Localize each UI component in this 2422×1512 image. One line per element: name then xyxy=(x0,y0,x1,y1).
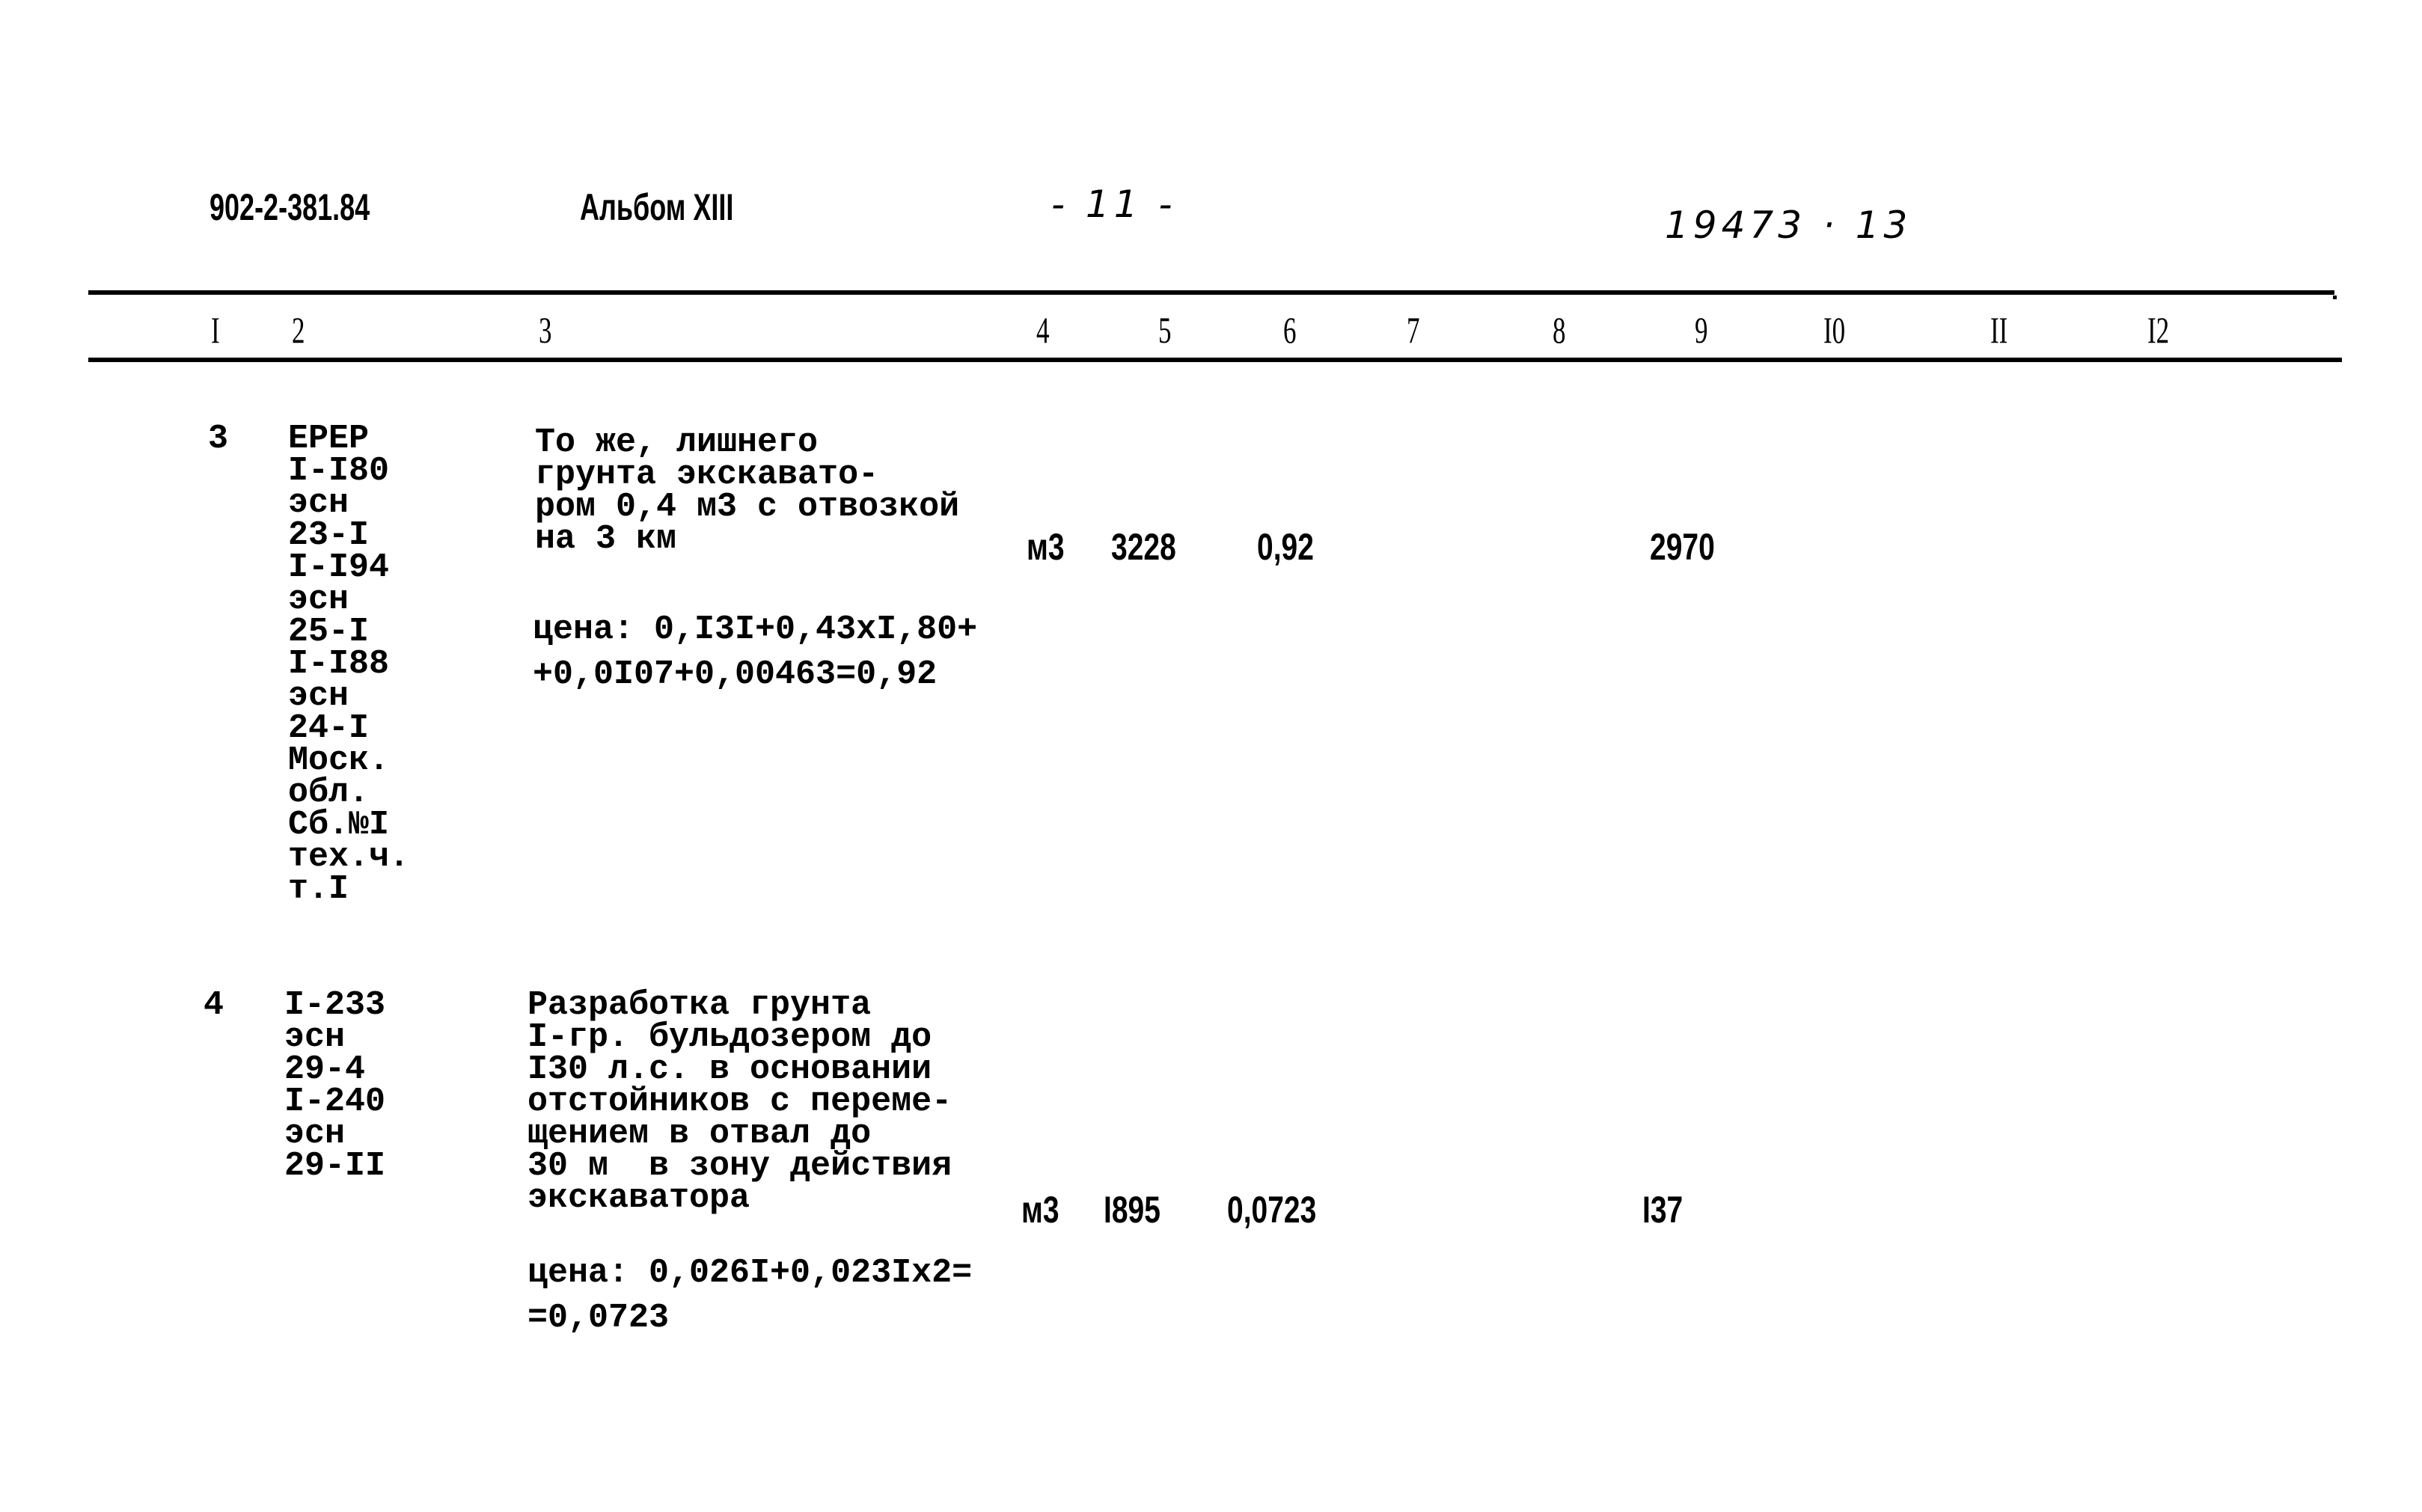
quantity: 3228 xyxy=(1111,526,1176,568)
row-number: 4 xyxy=(204,986,224,1024)
column-header-8: 8 xyxy=(1553,309,1566,351)
column-9-value: 2970 xyxy=(1650,526,1715,568)
unit-price: 0,92 xyxy=(1257,526,1314,568)
description-line: Разработка грунта xyxy=(527,986,872,1024)
document-code: 902-2-381.84 xyxy=(210,186,370,228)
column-header-3: 3 xyxy=(539,309,552,351)
norm-code-line: т.I xyxy=(288,870,349,908)
norm-code-line: эсн xyxy=(288,677,349,715)
description-line: То же, лишнего xyxy=(535,423,819,462)
unit: м3 xyxy=(1027,526,1065,568)
price-formula-line: цена: 0,I3I+0,43xI,80+ xyxy=(533,610,978,649)
column-header-2: 2 xyxy=(292,309,305,351)
norm-code-line: эсн xyxy=(288,581,349,619)
column-header-5: 5 xyxy=(1158,309,1172,351)
norm-code-line: I-I80 xyxy=(288,452,390,490)
unit-price: 0,0723 xyxy=(1227,1189,1317,1231)
norm-code-line: 29-4 xyxy=(284,1050,366,1089)
norm-code-line: 29-II xyxy=(284,1147,386,1185)
price-formula-line: +0,0I07+0,00463=0,92 xyxy=(533,655,938,694)
norm-codes: ЕРЕР I-I80 эсн 23-I I-I94 эсн 25-I I-I88… xyxy=(288,420,410,908)
column-header-4: 4 xyxy=(1036,309,1050,351)
description-line: грунта экскавато- xyxy=(535,456,879,494)
norm-code-line: 25-I xyxy=(288,613,370,651)
header-bottom-rule xyxy=(88,358,2342,362)
column-header-10: I0 xyxy=(1823,309,1846,351)
description-line: ром 0,4 м3 с отвозкой xyxy=(535,488,960,526)
price-formula: цена: 0,I3I+0,43xI,80+ +0,0I07+0,00463=0… xyxy=(533,607,977,697)
rule-end-mark xyxy=(2333,296,2337,299)
work-description: То же, лишнего грунта экскавато- ром 0,4… xyxy=(535,423,960,558)
norm-code-line: 24-I xyxy=(288,709,370,747)
header-top-rule xyxy=(88,290,2334,295)
column-header-6: 6 xyxy=(1283,309,1297,351)
norm-code-line: I-I94 xyxy=(288,548,390,587)
norm-code-line: тех.ч. xyxy=(288,838,410,876)
norm-code-line: I-240 xyxy=(284,1083,386,1121)
norm-code-line: Моск. xyxy=(288,741,390,780)
description-line: щением в отвал до xyxy=(527,1115,872,1153)
price-formula: цена: 0,026I+0,023Ix2= =0,0723 xyxy=(527,1251,972,1341)
work-description: Разработка грунта I-гр. бульдозером до I… xyxy=(527,986,952,1217)
column-9-value: I37 xyxy=(1642,1189,1684,1231)
price-formula-line: =0,0723 xyxy=(527,1299,670,1337)
column-header-1: I xyxy=(211,309,220,351)
norm-code-line: Сб.№I xyxy=(288,806,390,844)
norm-code-line: I-233 xyxy=(284,986,386,1024)
norm-code-line: 23-I xyxy=(288,516,370,554)
column-header-12: I2 xyxy=(2147,309,2170,351)
handwritten-inventory-number: 19473 · 13 xyxy=(1665,203,1912,247)
norm-code-line: I-I88 xyxy=(288,645,390,683)
description-line: I30 л.с. в основании xyxy=(527,1050,932,1089)
description-line: на 3 км xyxy=(535,520,677,558)
norm-code-line: обл. xyxy=(288,774,370,812)
column-header-7: 7 xyxy=(1407,309,1420,351)
norm-code-line: эсн xyxy=(288,484,349,522)
page-number: - 11 - xyxy=(1051,183,1177,226)
norm-codes: I-233 эсн 29-4 I-240 эсн 29-II xyxy=(284,986,386,1185)
quantity: I895 xyxy=(1104,1189,1160,1231)
description-line: экскаватора xyxy=(527,1179,750,1217)
column-header-11: II xyxy=(1990,309,2008,351)
unit: м3 xyxy=(1021,1189,1059,1231)
album-title: Альбом XIII xyxy=(580,186,734,228)
norm-code-line: эсн xyxy=(284,1115,346,1153)
norm-code-line: ЕРЕР xyxy=(288,420,370,458)
norm-code-line: эсн xyxy=(284,1018,346,1056)
description-line: отстойников с переме- xyxy=(527,1083,952,1121)
description-line: 30 м в зону действия xyxy=(527,1147,952,1185)
description-line: I-гр. бульдозером до xyxy=(527,1018,932,1056)
column-header-9: 9 xyxy=(1695,309,1708,351)
price-formula-line: цена: 0,026I+0,023Ix2= xyxy=(527,1254,973,1292)
row-number: 3 xyxy=(208,420,229,458)
